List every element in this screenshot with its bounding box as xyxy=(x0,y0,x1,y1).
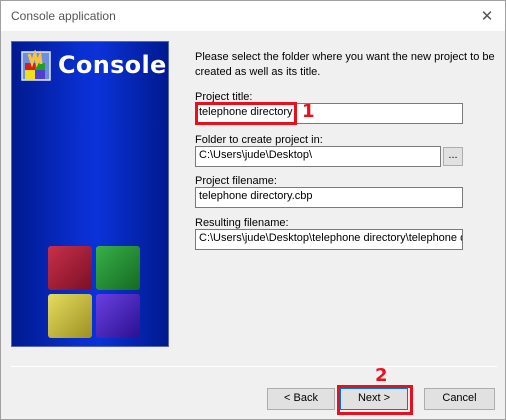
project-filename-input[interactable]: telephone directory.cbp xyxy=(195,187,463,208)
browse-folder-button[interactable]: ... xyxy=(443,147,463,166)
footer-separator xyxy=(11,366,497,367)
title-bar: Console application ✕ xyxy=(1,1,505,31)
project-title-label: Project title: xyxy=(195,91,253,103)
colored-cubes-icon xyxy=(48,246,140,338)
back-button[interactable]: < Back xyxy=(267,388,335,410)
close-icon: ✕ xyxy=(480,8,494,25)
window-title: Console application xyxy=(11,9,116,23)
close-button[interactable]: ✕ xyxy=(469,1,505,31)
side-panel-title: Console xyxy=(58,51,167,79)
next-button[interactable]: Next > xyxy=(340,388,408,410)
wizard-side-panel: Console xyxy=(11,41,169,347)
folder-input[interactable]: C:\Users\jude\Desktop\ xyxy=(195,146,441,167)
resulting-filename-label: Resulting filename: xyxy=(195,217,289,229)
project-filename-label: Project filename: xyxy=(195,175,277,187)
console-application-dialog: Console application ✕ Console Please sel… xyxy=(0,0,506,420)
cancel-button[interactable]: Cancel xyxy=(424,388,495,410)
intro-text: Please select the folder where you want … xyxy=(195,51,495,78)
annotation-marker-1: 1 xyxy=(302,101,315,122)
project-title-input[interactable]: telephone directory xyxy=(195,103,463,124)
folder-label: Folder to create project in: xyxy=(195,134,323,146)
codeblocks-logo-icon xyxy=(21,50,51,81)
resulting-filename-field: C:\Users\jude\Desktop\telephone director… xyxy=(195,229,463,250)
annotation-marker-2: 2 xyxy=(375,365,388,386)
